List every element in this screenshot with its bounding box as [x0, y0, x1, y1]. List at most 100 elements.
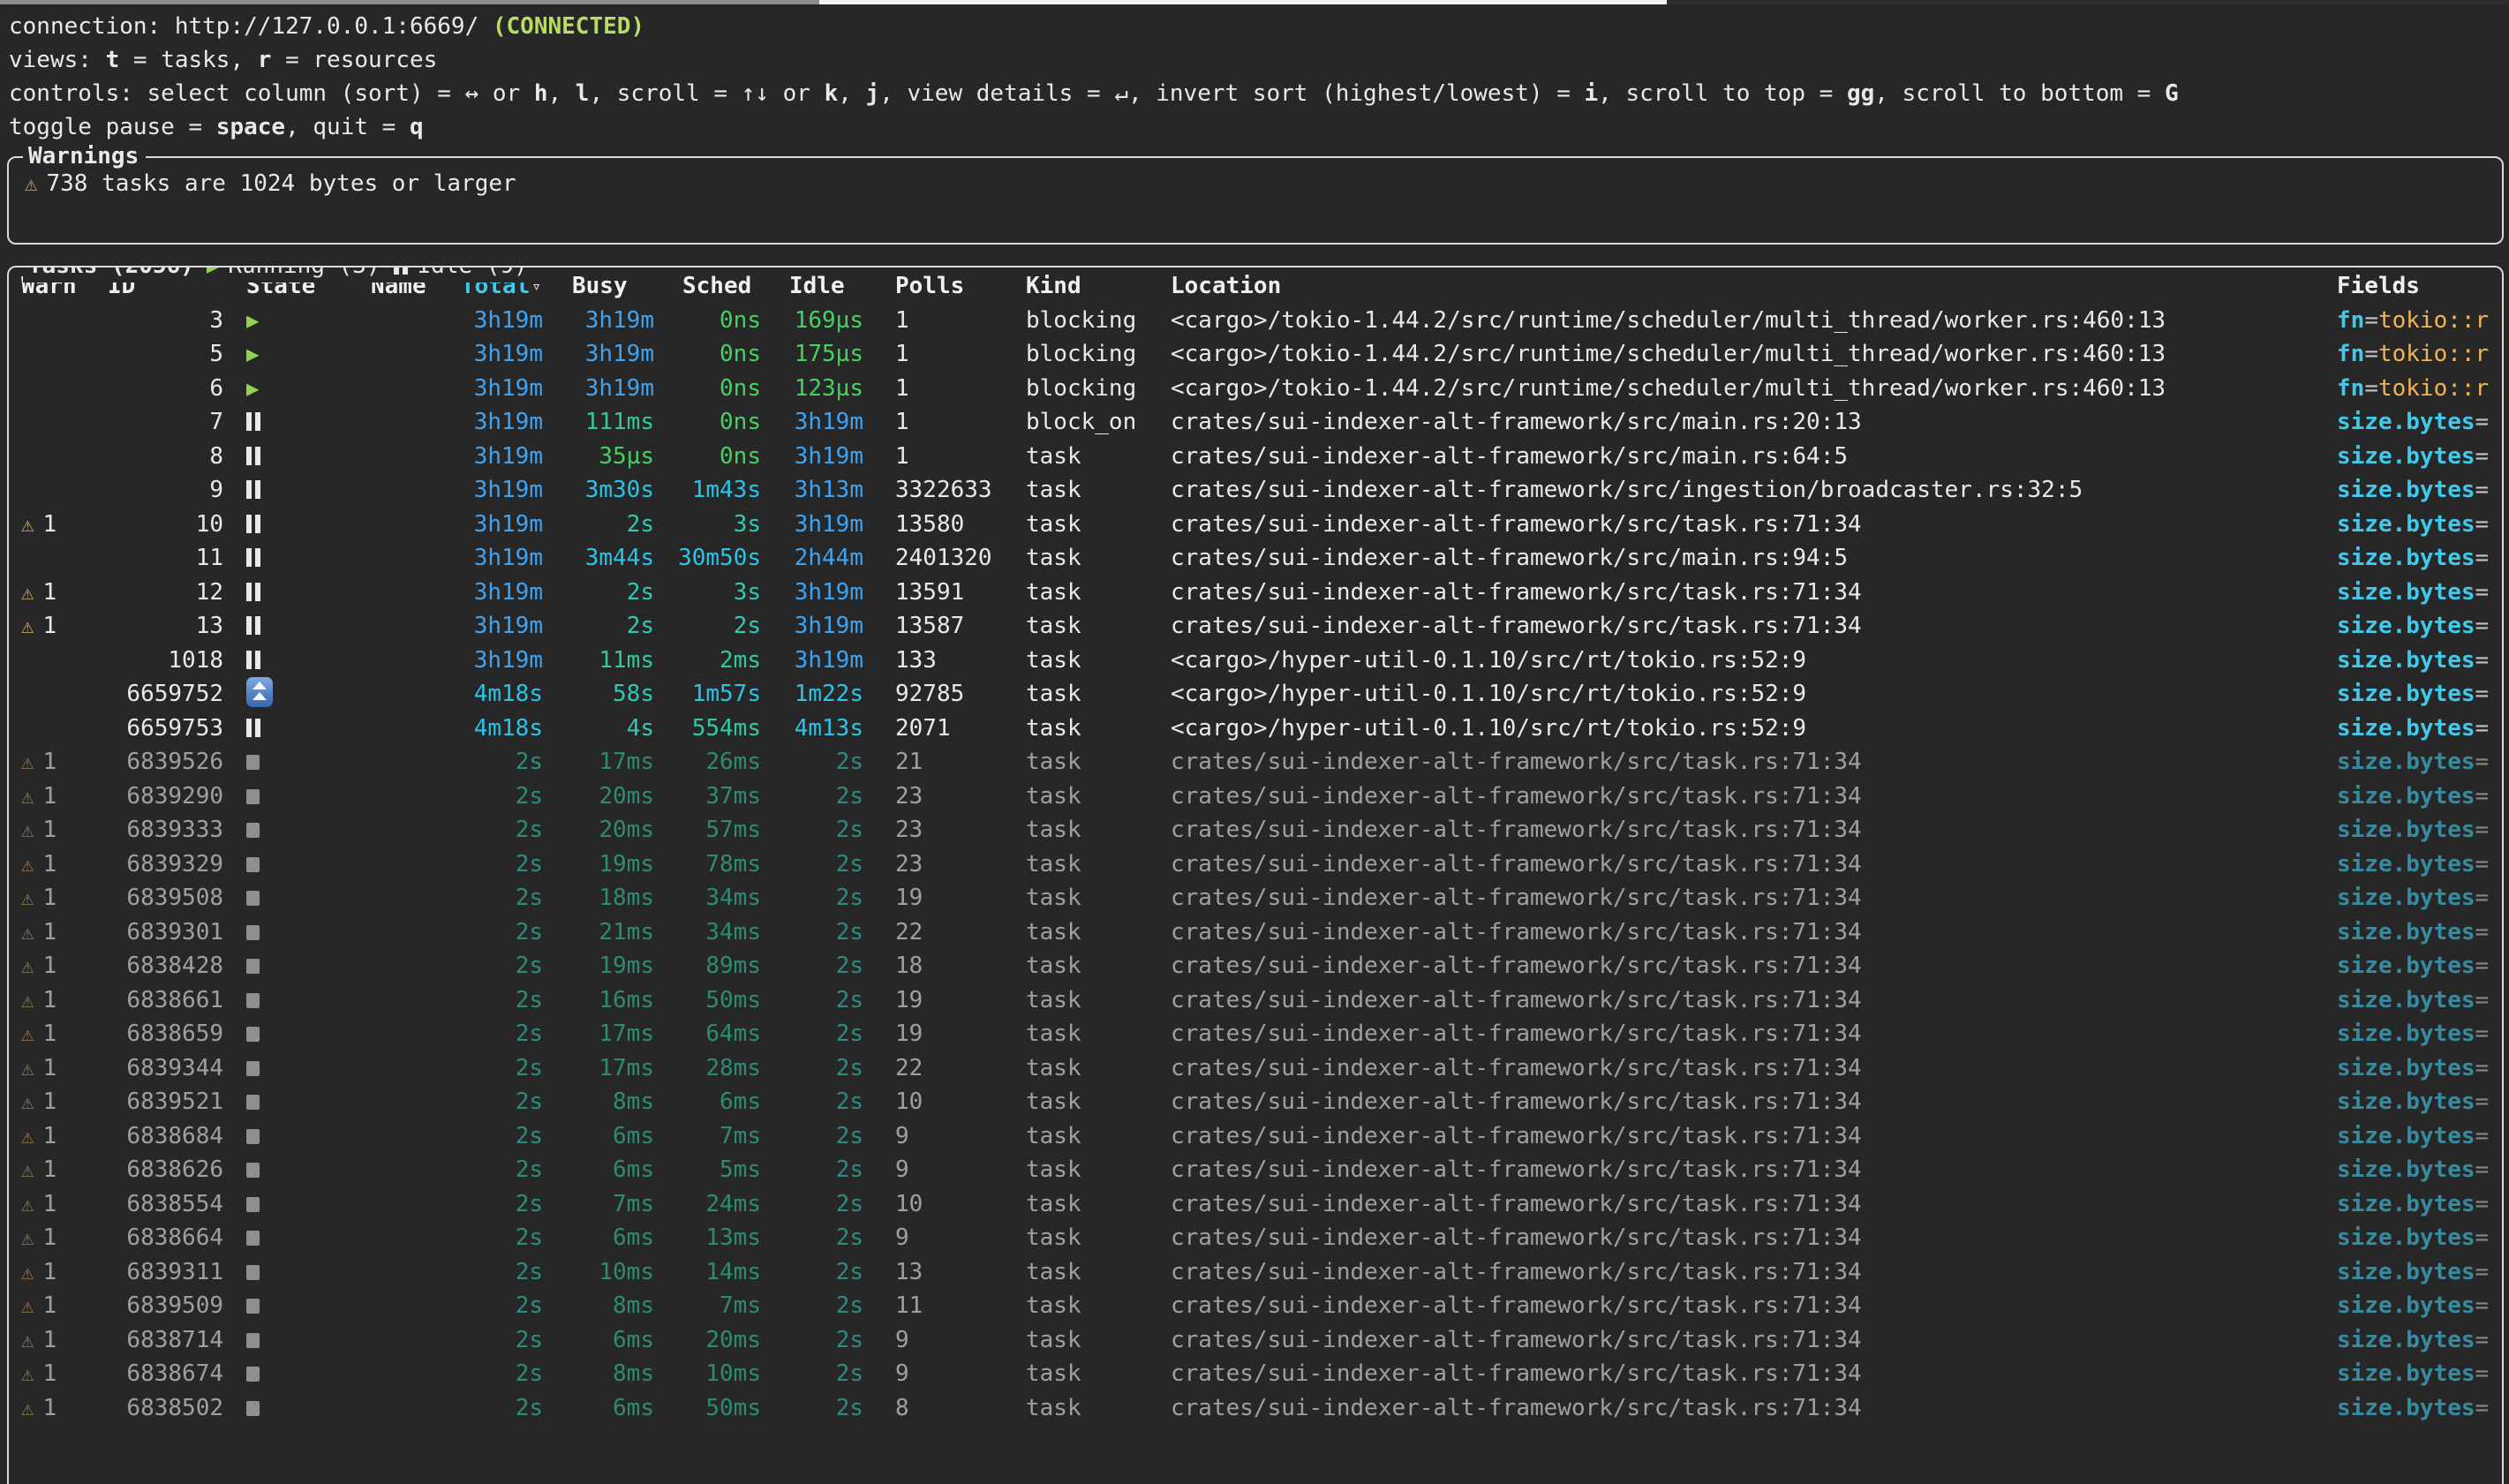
cell-total: 2s [446, 1153, 561, 1187]
text-segment: = tasks, [119, 47, 258, 73]
task-row[interactable]: 83h19m35µs0ns3h19m1taskcrates/sui-indexe… [9, 440, 2502, 474]
cell-busy: 6ms [561, 1119, 667, 1154]
task-row[interactable]: 73h19m111ms0ns3h19m1block_oncrates/sui-i… [9, 405, 2502, 440]
cell-name [362, 1289, 446, 1323]
column-header-busy[interactable]: Busy [561, 269, 667, 304]
task-row[interactable]: ⚠1103h19m2s3s3h19m13580taskcrates/sui-in… [9, 508, 2502, 542]
task-row[interactable]: ⚠168386262s6ms5ms2s9taskcrates/sui-index… [9, 1153, 2502, 1187]
cell-polls: 9 [874, 1323, 1015, 1358]
warning-icon: ⚠ [21, 1396, 34, 1420]
cell-location: crates/sui-indexer-alt-framework/src/tas… [1157, 1153, 2322, 1187]
field-separator: = [2364, 341, 2378, 367]
task-row[interactable]: 93h19m3m30s1m43s3h13m3322633taskcrates/s… [9, 473, 2502, 508]
field-value: tokio::r [2378, 375, 2489, 402]
column-header-kind[interactable]: Kind [1015, 269, 1157, 304]
cell-state [234, 1085, 362, 1119]
task-row[interactable]: ⚠168386842s6ms7ms2s9taskcrates/sui-index… [9, 1119, 2502, 1154]
cell-state [234, 1255, 362, 1290]
task-row[interactable]: ⚠168386742s8ms10ms2s9taskcrates/sui-inde… [9, 1357, 2502, 1391]
task-row[interactable]: ⚠168393012s21ms34ms2s22taskcrates/sui-in… [9, 915, 2502, 950]
cell-polls: 1 [874, 304, 1015, 338]
cell-kind: blocking [1015, 304, 1157, 338]
cell-kind: task [1015, 745, 1157, 780]
column-header-fields[interactable]: Fields [2322, 269, 2502, 304]
cell-sched: 64ms [667, 1017, 777, 1051]
cell-sched: 34ms [667, 881, 777, 915]
cell-kind: task [1015, 1085, 1157, 1119]
idle-icon [246, 583, 260, 601]
cell-busy: 6ms [561, 1153, 667, 1187]
task-row[interactable]: ⚠168395092s8ms7ms2s11taskcrates/sui-inde… [9, 1289, 2502, 1323]
field-value: tokio::r [2378, 341, 2489, 367]
task-row[interactable]: ⚠168387142s6ms20ms2s9taskcrates/sui-inde… [9, 1323, 2502, 1358]
task-row[interactable]: 113h19m3m44s30m50s2h44m2401320taskcrates… [9, 541, 2502, 576]
cell-sched: 13ms [667, 1221, 777, 1255]
cell-polls: 19 [874, 983, 1015, 1018]
cell-polls: 19 [874, 1017, 1015, 1051]
stopped-icon [246, 1095, 260, 1110]
cell-id: 1018 [93, 644, 234, 678]
cell-fields: size.bytes= [2322, 983, 2502, 1018]
task-row[interactable]: 3▶3h19m3h19m0ns169µs1blocking<cargo>/tok… [9, 304, 2502, 338]
cell-busy: 7ms [561, 1187, 667, 1222]
task-row[interactable]: ⚠168393442s17ms28ms2s22taskcrates/sui-in… [9, 1051, 2502, 1086]
task-row[interactable]: ⚠168395212s8ms6ms2s10taskcrates/sui-inde… [9, 1085, 2502, 1119]
field-key: size.bytes [2337, 477, 2475, 503]
task-row[interactable]: ⚠168386592s17ms64ms2s19taskcrates/sui-in… [9, 1017, 2502, 1051]
cell-idle: 2s [777, 1119, 874, 1154]
cell-idle: 175µs [777, 337, 874, 372]
warning-icon: ⚠ [21, 1260, 34, 1284]
cell-kind: task [1015, 541, 1157, 576]
idle-count-label: Idle (9) [417, 266, 527, 279]
field-separator: = [2475, 1191, 2490, 1217]
task-row[interactable]: ⚠168386642s6ms13ms2s9taskcrates/sui-inde… [9, 1221, 2502, 1255]
cell-polls: 10 [874, 1085, 1015, 1119]
text-segment: , scroll to bottom = [1874, 80, 2165, 107]
cell-warn [9, 644, 93, 678]
task-row[interactable]: ⚠1123h19m2s3s3h19m13591taskcrates/sui-in… [9, 576, 2502, 610]
cell-busy: 6ms [561, 1323, 667, 1358]
scheduled-icon [246, 677, 273, 707]
cell-polls: 13587 [874, 609, 1015, 644]
cell-id: 6839333 [93, 813, 234, 847]
field-separator: = [2475, 647, 2490, 674]
task-row[interactable]: ⚠168395082s18ms34ms2s19taskcrates/sui-in… [9, 881, 2502, 915]
cell-location: crates/sui-indexer-alt-framework/src/tas… [1157, 1323, 2322, 1358]
task-row[interactable]: 6▶3h19m3h19m0ns123µs1blocking<cargo>/tok… [9, 372, 2502, 406]
cell-name [362, 1323, 446, 1358]
task-row[interactable]: ⚠168395262s17ms26ms2s21taskcrates/sui-in… [9, 745, 2502, 780]
cell-kind: task [1015, 1153, 1157, 1187]
idle-icon [246, 515, 260, 533]
cell-sched: 0ns [667, 405, 777, 440]
column-header-sched[interactable]: Sched [667, 269, 777, 304]
task-row[interactable]: 66597524m18s58s1m57s1m22s92785task<cargo… [9, 677, 2502, 712]
task-row[interactable]: ⚠168386612s16ms50ms2s19taskcrates/sui-in… [9, 983, 2502, 1018]
cell-fields: size.bytes= [2322, 813, 2502, 847]
task-row[interactable]: 5▶3h19m3h19m0ns175µs1blocking<cargo>/tok… [9, 337, 2502, 372]
field-separator: = [2475, 885, 2490, 911]
column-header-idle[interactable]: Idle [777, 269, 874, 304]
task-row[interactable]: ⚠168392902s20ms37ms2s23taskcrates/sui-in… [9, 780, 2502, 814]
task-row[interactable]: ⚠168385542s7ms24ms2s10taskcrates/sui-ind… [9, 1187, 2502, 1222]
task-row[interactable]: ⚠168385022s6ms50ms2s8taskcrates/sui-inde… [9, 1391, 2502, 1426]
task-row[interactable]: ⚠1133h19m2s2s3h19m13587taskcrates/sui-in… [9, 609, 2502, 644]
column-header-location[interactable]: Location [1157, 269, 2322, 304]
task-row[interactable]: 66597534m18s4s554ms4m13s2071task<cargo>/… [9, 712, 2502, 746]
task-row[interactable]: 10183h19m11ms2ms3h19m133task<cargo>/hype… [9, 644, 2502, 678]
cell-kind: task [1015, 780, 1157, 814]
cell-total: 3h19m [446, 508, 561, 542]
task-row[interactable]: ⚠168384282s19ms89ms2s18taskcrates/sui-in… [9, 949, 2502, 983]
task-row[interactable]: ⚠168393292s19ms78ms2s23taskcrates/sui-in… [9, 847, 2502, 882]
cell-name [362, 745, 446, 780]
cell-idle: 169µs [777, 304, 874, 338]
stopped-icon [246, 1299, 260, 1314]
cell-state [234, 983, 362, 1018]
column-header-polls[interactable]: Polls [874, 269, 1015, 304]
task-row[interactable]: ⚠168393112s10ms14ms2s13taskcrates/sui-in… [9, 1255, 2502, 1290]
task-row[interactable]: ⚠168393332s20ms57ms2s23taskcrates/sui-in… [9, 813, 2502, 847]
stopped-icon [246, 1163, 260, 1178]
cell-busy: 3h19m [561, 337, 667, 372]
warning-item: ⚠738 tasks are 1024 bytes or larger [9, 158, 2502, 200]
cell-state [234, 1323, 362, 1358]
field-separator: = [2475, 1292, 2490, 1319]
